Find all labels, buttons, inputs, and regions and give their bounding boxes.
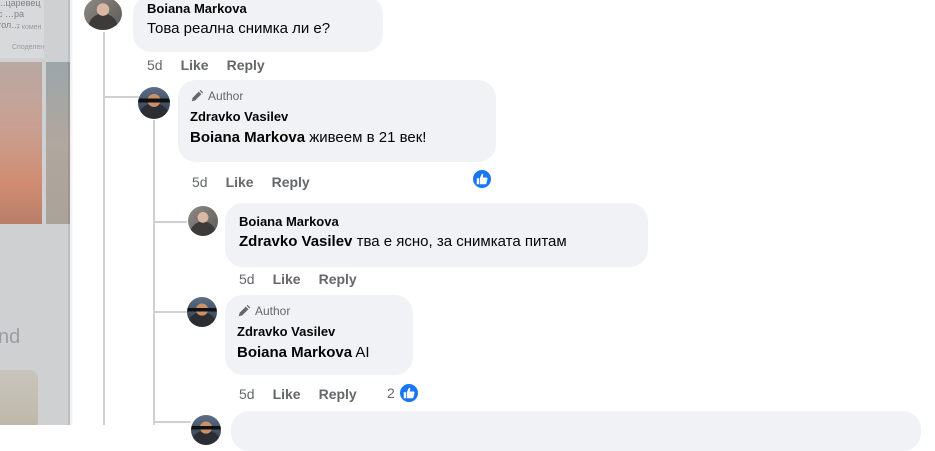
author-badge-label: Author bbox=[255, 304, 291, 318]
background-photo bbox=[0, 62, 42, 224]
thread-branch-2 bbox=[153, 221, 187, 223]
mention-link[interactable]: Boiana Markova bbox=[190, 129, 305, 146]
comment-body: тва е ясно, за снимката питам bbox=[352, 233, 567, 250]
author-badge: Author bbox=[237, 303, 401, 319]
background-snippet-comments: 7 комен bbox=[16, 24, 42, 31]
thread-line-level1 bbox=[103, 32, 105, 425]
like-button[interactable]: Like bbox=[226, 174, 254, 190]
reaction-summary[interactable] bbox=[471, 168, 496, 190]
comment-timestamp[interactable]: 5d bbox=[239, 386, 255, 402]
background-photo-2 bbox=[46, 62, 70, 224]
comment-text: Zdravko Vasilev тва е ясно, за снимката … bbox=[239, 232, 634, 252]
pencil-author-icon bbox=[191, 89, 204, 102]
reply-button[interactable]: Reply bbox=[227, 57, 265, 73]
comment-author[interactable]: Zdravko Vasilev bbox=[237, 323, 401, 340]
comment-timestamp[interactable]: 5d bbox=[192, 174, 208, 190]
comment-bubble: Author Zdravko Vasilev Boiana Markova AI bbox=[225, 295, 413, 375]
comment-bubble: Boiana Markova Zdravko Vasilev тва е ясн… bbox=[225, 203, 648, 267]
thread-branch-1 bbox=[103, 96, 139, 98]
like-reaction-badge bbox=[397, 382, 420, 404]
comment-text: Това реална снимка ли е? bbox=[147, 19, 369, 39]
background-post-snippet: ...царевец с …ра гол… 7 комен Споделен bbox=[0, 0, 44, 58]
like-button[interactable]: Like bbox=[181, 57, 209, 73]
avatar[interactable] bbox=[191, 415, 221, 445]
comment-author[interactable]: Boiana Markova bbox=[147, 0, 369, 17]
comment-timestamp[interactable]: 5d bbox=[239, 271, 255, 287]
thread-branch-3 bbox=[153, 311, 187, 313]
comment-author[interactable]: Zdravko Vasilev bbox=[190, 108, 484, 125]
comment-actions: 5d Like Reply bbox=[147, 56, 265, 74]
comment-body: AI bbox=[352, 344, 370, 361]
background-partial-text: nd bbox=[0, 326, 21, 348]
comment-text: Boiana Markova живеем в 21 век! bbox=[190, 128, 484, 148]
reply-button[interactable]: Reply bbox=[272, 174, 310, 190]
background-thumbnail bbox=[0, 370, 38, 425]
background-snippet-shares: Споделен bbox=[12, 44, 45, 51]
comment-body: Това реална снимка ли е? bbox=[147, 20, 331, 37]
avatar[interactable] bbox=[138, 87, 170, 119]
author-badge: Author bbox=[190, 88, 484, 104]
comment-timestamp[interactable]: 5d bbox=[147, 57, 163, 73]
like-button[interactable]: Like bbox=[273, 386, 301, 402]
background-page: ...царевец с …ра гол… 7 комен Споделен n… bbox=[0, 0, 70, 425]
reaction-summary[interactable]: 2 bbox=[387, 382, 420, 404]
comment-text: Boiana Markova AI bbox=[237, 343, 401, 363]
comment-bubble: Author Zdravko Vasilev Boiana Markova жи… bbox=[178, 80, 496, 162]
thread-line-level2 bbox=[153, 120, 155, 425]
thread-branch-4 bbox=[153, 421, 191, 423]
thumbs-up-icon bbox=[476, 173, 488, 185]
pencil-author-icon bbox=[238, 304, 251, 317]
comment-actions: 5d Like Reply bbox=[192, 173, 310, 191]
reply-button[interactable]: Reply bbox=[319, 386, 357, 402]
mention-link[interactable]: Boiana Markova bbox=[237, 344, 352, 361]
reply-button[interactable]: Reply bbox=[319, 271, 357, 287]
author-badge-label: Author bbox=[208, 89, 244, 103]
mention-link[interactable]: Zdravko Vasilev bbox=[239, 233, 352, 250]
comment-actions: 5d Like Reply bbox=[239, 385, 357, 403]
reaction-count: 2 bbox=[387, 385, 395, 401]
comment-body: живеем в 21 век! bbox=[305, 129, 427, 146]
like-reaction-badge bbox=[471, 168, 493, 190]
like-button[interactable]: Like bbox=[273, 271, 301, 287]
comment-author[interactable]: Boiana Markova bbox=[239, 213, 634, 230]
thumbs-up-icon bbox=[403, 387, 415, 399]
comment-actions: 5d Like Reply bbox=[239, 270, 357, 288]
panel-shadow bbox=[68, 0, 74, 425]
comment-bubble: Boiana Markova Това реална снимка ли е? bbox=[133, 0, 383, 52]
avatar[interactable] bbox=[188, 206, 218, 236]
avatar[interactable] bbox=[84, 0, 122, 30]
avatar[interactable] bbox=[187, 297, 217, 327]
comment-bubble-partial bbox=[231, 411, 921, 451]
